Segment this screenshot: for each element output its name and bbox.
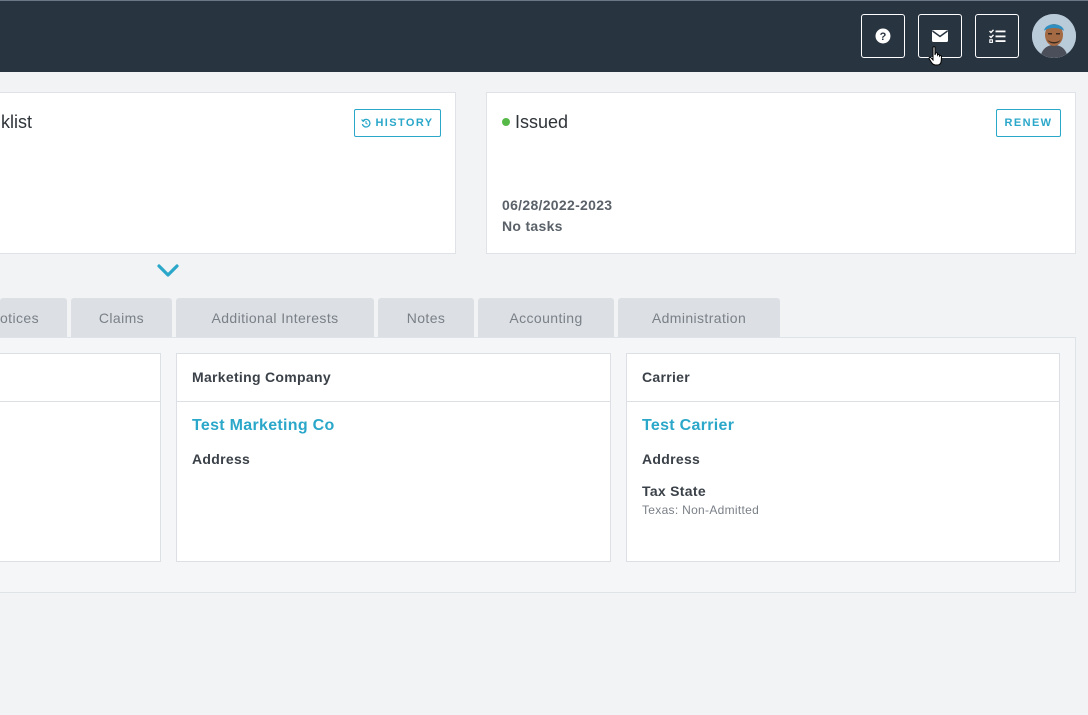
tasks-status: No tasks [502,218,563,234]
tab-claims[interactable]: Claims [71,298,172,338]
tab-notes[interactable]: Notes [378,298,474,338]
marketing-company-link[interactable]: Test Marketing Co [192,417,335,435]
renew-button[interactable]: RENEW [996,109,1061,137]
carrier-address-label: Address [642,451,701,467]
policy-status-card: Issued RENEW 06/28/2022-2023 No tasks [486,92,1076,254]
history-button[interactable]: HISTORY [354,109,441,137]
renew-label: RENEW [1004,117,1053,129]
status-dot [502,118,510,126]
tab-label: Claims [98,310,145,326]
checklist-card: klist HISTORY [0,92,456,254]
marketing-address-label: Address [192,451,251,467]
checklist-icon [988,29,1005,43]
tax-state-value: Texas: Non-Admitted [642,503,760,517]
marketing-company-heading: Marketing Company [177,354,610,402]
info-card-partial [0,353,161,562]
hand-pointer-icon [928,46,942,66]
tab-label: Accounting [509,310,583,326]
marketing-company-card: Marketing Company Test Marketing Co Addr… [176,353,611,562]
envelope-icon [932,30,948,42]
tab-label: Administration [651,310,747,326]
tab-label: Additional Interests [211,310,339,326]
checklist-title: klist [1,112,32,132]
avatar-image [1032,14,1076,58]
chevron-down-icon[interactable] [157,264,179,278]
tab-administration[interactable]: Administration [618,298,780,338]
tab-label: otices [0,310,39,326]
top-navigation-bar: ? [0,0,1088,72]
help-button[interactable]: ? [861,14,905,58]
info-card-header [0,354,160,402]
carrier-link[interactable]: Test Carrier [642,417,734,435]
question-circle-icon: ? [875,28,891,44]
tab-accounting[interactable]: Accounting [478,298,614,338]
carrier-card: Carrier Test Carrier Address Tax State T… [626,353,1060,562]
history-label: HISTORY [375,117,434,129]
tab-notices[interactable]: otices [0,298,67,338]
policy-term: 06/28/2022-2023 [502,197,613,213]
tax-state-label: Tax State [642,483,706,499]
history-icon [361,118,372,128]
status-text: Issued [515,112,569,132]
svg-text:?: ? [880,31,887,43]
tab-label: Notes [406,310,446,326]
user-avatar[interactable] [1032,14,1076,58]
tasks-button[interactable] [975,14,1019,58]
tab-additional-interests[interactable]: Additional Interests [176,298,374,338]
carrier-heading: Carrier [627,354,1059,402]
